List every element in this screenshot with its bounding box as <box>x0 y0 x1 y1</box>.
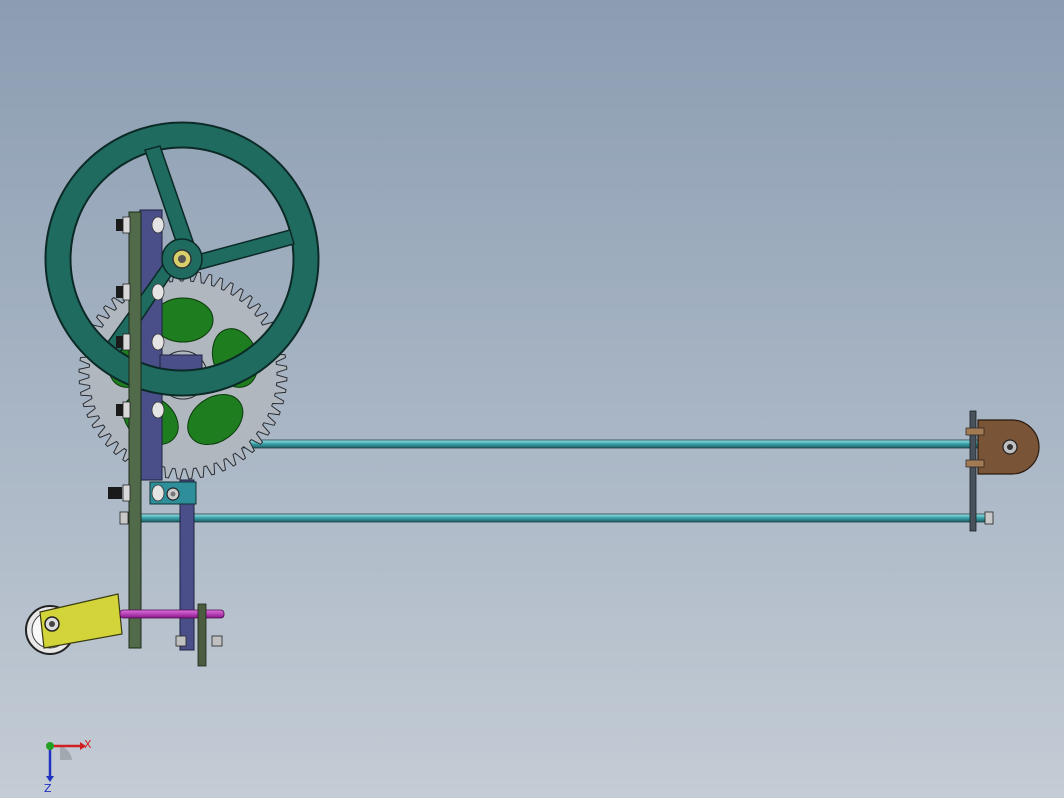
nut <box>122 333 131 351</box>
vertical-frame-plate[interactable] <box>128 211 142 649</box>
nut <box>122 484 131 502</box>
washer <box>151 401 165 419</box>
triad-y-axis <box>46 742 54 750</box>
washer <box>151 484 165 502</box>
axis-triad: X Z <box>44 738 92 795</box>
nut <box>122 401 131 419</box>
pulley-clamp[interactable] <box>39 593 123 649</box>
triad-x-label: X <box>84 738 92 751</box>
end-plate[interactable] <box>965 410 1040 532</box>
cad-viewport[interactable]: X Z <box>0 0 1064 798</box>
washer <box>151 333 165 351</box>
nut <box>122 283 131 301</box>
triad-z-label: Z <box>44 782 52 795</box>
upper-rod[interactable] <box>139 439 981 449</box>
washer <box>151 216 165 234</box>
lower-rod[interactable] <box>119 511 994 525</box>
nut <box>122 216 131 234</box>
washer <box>151 283 165 301</box>
bolt-head <box>108 487 122 499</box>
